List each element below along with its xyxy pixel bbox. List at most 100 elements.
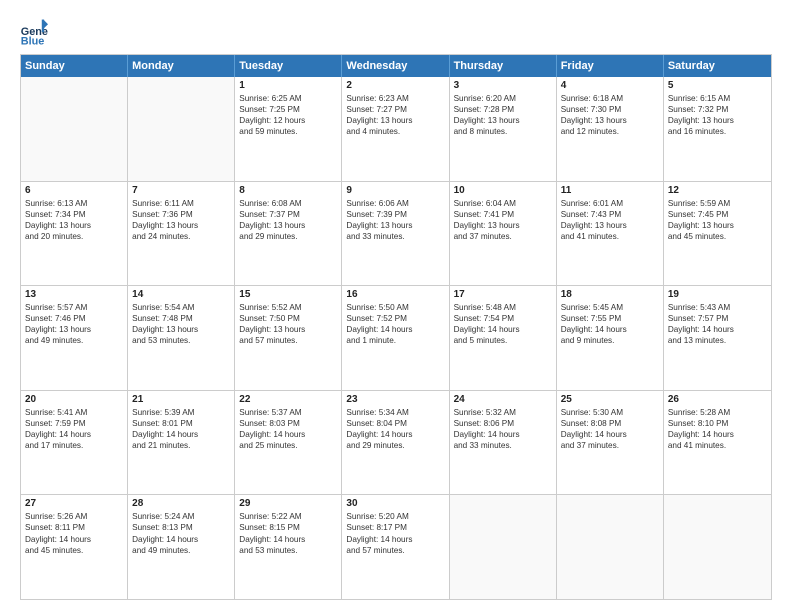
cell-text: Sunset: 8:10 PM [668,418,767,429]
day-number: 13 [25,289,123,300]
cell-text: Sunset: 8:11 PM [25,522,123,533]
day-number: 3 [454,80,552,91]
day-number: 7 [132,185,230,196]
calendar-cell: 6Sunrise: 6:13 AMSunset: 7:34 PMDaylight… [21,182,128,286]
calendar-cell: 17Sunrise: 5:48 AMSunset: 7:54 PMDayligh… [450,286,557,390]
cell-text: Daylight: 14 hours [132,534,230,545]
calendar-cell: 15Sunrise: 5:52 AMSunset: 7:50 PMDayligh… [235,286,342,390]
cell-text: Sunset: 7:55 PM [561,313,659,324]
cell-text: Sunset: 7:27 PM [346,104,444,115]
calendar-cell: 30Sunrise: 5:20 AMSunset: 8:17 PMDayligh… [342,495,449,599]
cell-text: Sunrise: 5:45 AM [561,302,659,313]
cell-text: Sunrise: 6:08 AM [239,198,337,209]
cell-text: Sunset: 7:41 PM [454,209,552,220]
cell-text: and 21 minutes. [132,440,230,451]
cell-text: Daylight: 13 hours [239,324,337,335]
cell-text: Daylight: 14 hours [346,429,444,440]
cell-text: and 57 minutes. [346,545,444,556]
calendar-cell: 12Sunrise: 5:59 AMSunset: 7:45 PMDayligh… [664,182,771,286]
cell-text: Daylight: 14 hours [454,324,552,335]
calendar-cell [557,495,664,599]
cell-text: and 29 minutes. [239,231,337,242]
cell-text: and 57 minutes. [239,335,337,346]
calendar-cell: 18Sunrise: 5:45 AMSunset: 7:55 PMDayligh… [557,286,664,390]
cell-text: and 1 minute. [346,335,444,346]
cell-text: Sunrise: 5:37 AM [239,407,337,418]
calendar-cell: 9Sunrise: 6:06 AMSunset: 7:39 PMDaylight… [342,182,449,286]
cell-text: Sunrise: 6:01 AM [561,198,659,209]
cell-text: Daylight: 13 hours [25,324,123,335]
calendar-body: 1Sunrise: 6:25 AMSunset: 7:25 PMDaylight… [21,77,771,599]
cell-text: Sunrise: 6:25 AM [239,93,337,104]
calendar-cell: 24Sunrise: 5:32 AMSunset: 8:06 PMDayligh… [450,391,557,495]
calendar-cell: 26Sunrise: 5:28 AMSunset: 8:10 PMDayligh… [664,391,771,495]
cell-text: and 49 minutes. [25,335,123,346]
cell-text: Sunrise: 5:39 AM [132,407,230,418]
day-number: 21 [132,394,230,405]
day-number: 8 [239,185,337,196]
cell-text: Daylight: 13 hours [346,220,444,231]
calendar-cell: 1Sunrise: 6:25 AMSunset: 7:25 PMDaylight… [235,77,342,181]
cell-text: Sunset: 7:54 PM [454,313,552,324]
cell-text: and 59 minutes. [239,126,337,137]
cell-text: Sunrise: 6:20 AM [454,93,552,104]
cell-text: Sunset: 7:39 PM [346,209,444,220]
cell-text: Sunrise: 5:50 AM [346,302,444,313]
header-day-friday: Friday [557,55,664,77]
cell-text: Sunrise: 5:30 AM [561,407,659,418]
day-number: 11 [561,185,659,196]
cell-text: and 25 minutes. [239,440,337,451]
logo: General Blue [20,18,52,46]
day-number: 23 [346,394,444,405]
cell-text: Daylight: 14 hours [668,324,767,335]
header-day-thursday: Thursday [450,55,557,77]
day-number: 16 [346,289,444,300]
cell-text: Sunset: 8:08 PM [561,418,659,429]
cell-text: and 37 minutes. [454,231,552,242]
calendar-week-4: 27Sunrise: 5:26 AMSunset: 8:11 PMDayligh… [21,495,771,599]
cell-text: Daylight: 13 hours [132,220,230,231]
cell-text: Daylight: 14 hours [346,534,444,545]
calendar-cell: 22Sunrise: 5:37 AMSunset: 8:03 PMDayligh… [235,391,342,495]
calendar-cell [664,495,771,599]
day-number: 10 [454,185,552,196]
cell-text: Sunrise: 5:28 AM [668,407,767,418]
cell-text: Sunrise: 5:41 AM [25,407,123,418]
calendar-cell: 10Sunrise: 6:04 AMSunset: 7:41 PMDayligh… [450,182,557,286]
cell-text: and 45 minutes. [25,545,123,556]
cell-text: Sunrise: 5:43 AM [668,302,767,313]
page: General Blue SundayMondayTuesdayWednesda… [0,0,792,612]
calendar-cell: 29Sunrise: 5:22 AMSunset: 8:15 PMDayligh… [235,495,342,599]
cell-text: Sunset: 7:48 PM [132,313,230,324]
cell-text: Sunrise: 6:11 AM [132,198,230,209]
cell-text: Daylight: 13 hours [561,115,659,126]
calendar-cell: 20Sunrise: 5:41 AMSunset: 7:59 PMDayligh… [21,391,128,495]
cell-text: and 33 minutes. [454,440,552,451]
cell-text: Sunrise: 5:26 AM [25,511,123,522]
calendar-cell [128,77,235,181]
calendar-header-row: SundayMondayTuesdayWednesdayThursdayFrid… [21,55,771,77]
cell-text: and 17 minutes. [25,440,123,451]
cell-text: Daylight: 13 hours [239,220,337,231]
day-number: 14 [132,289,230,300]
cell-text: Daylight: 14 hours [239,534,337,545]
day-number: 9 [346,185,444,196]
cell-text: and 33 minutes. [346,231,444,242]
cell-text: and 20 minutes. [25,231,123,242]
calendar-cell: 19Sunrise: 5:43 AMSunset: 7:57 PMDayligh… [664,286,771,390]
cell-text: Sunset: 8:01 PM [132,418,230,429]
cell-text: and 5 minutes. [454,335,552,346]
cell-text: Sunset: 7:32 PM [668,104,767,115]
cell-text: and 37 minutes. [561,440,659,451]
cell-text: Daylight: 13 hours [668,220,767,231]
cell-text: Daylight: 14 hours [668,429,767,440]
day-number: 30 [346,498,444,509]
cell-text: Daylight: 14 hours [239,429,337,440]
cell-text: Sunrise: 6:18 AM [561,93,659,104]
cell-text: and 9 minutes. [561,335,659,346]
cell-text: and 49 minutes. [132,545,230,556]
calendar-cell: 14Sunrise: 5:54 AMSunset: 7:48 PMDayligh… [128,286,235,390]
cell-text: Sunrise: 6:04 AM [454,198,552,209]
cell-text: Daylight: 14 hours [132,429,230,440]
calendar-cell: 16Sunrise: 5:50 AMSunset: 7:52 PMDayligh… [342,286,449,390]
